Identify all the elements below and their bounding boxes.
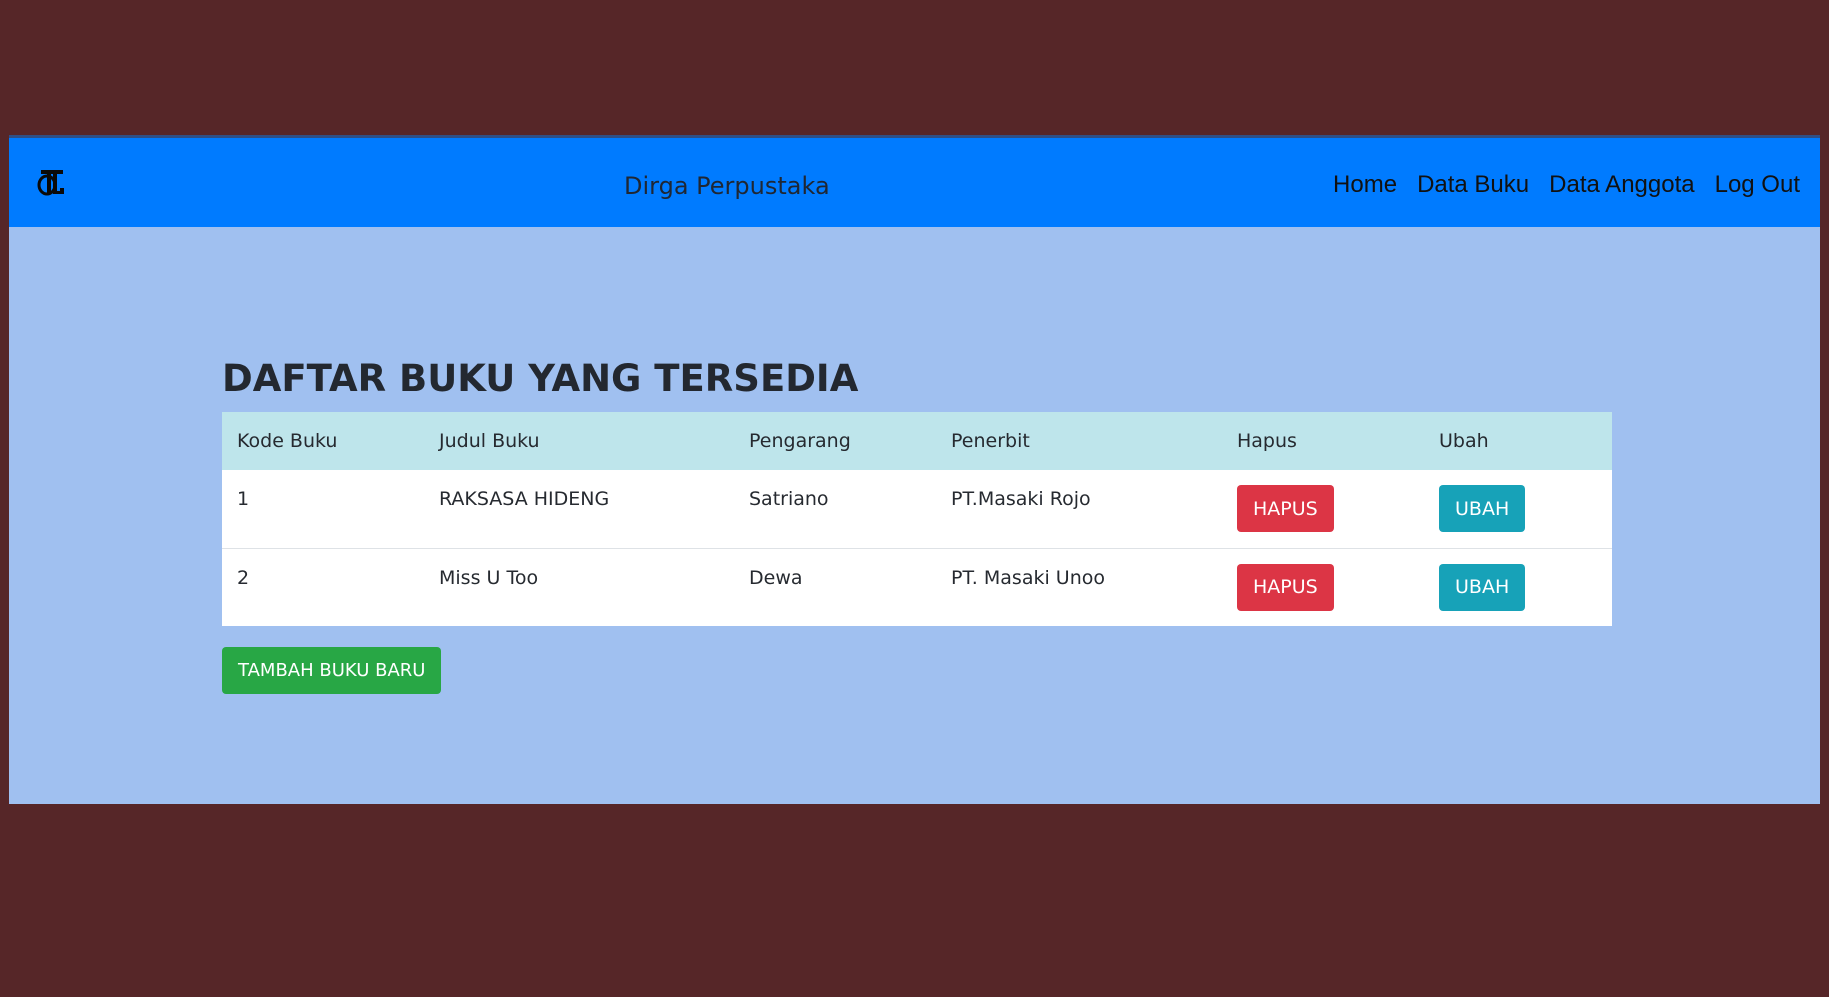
cell-judul: RAKSASA HIDENG [439, 488, 610, 510]
cell-pengarang: Satriano [749, 488, 829, 510]
header-judul-buku: Judul Buku [439, 430, 540, 452]
cell-hapus: HAPUS [1222, 470, 1424, 548]
cell-kode: 1 [237, 488, 250, 510]
cell-pengarang: Dewa [734, 547, 936, 626]
hapus-button[interactable]: HAPUS [1237, 485, 1334, 532]
header-hapus: Hapus [1237, 430, 1297, 452]
header-kode-buku: Kode Buku [237, 430, 338, 452]
nav-link-data-anggota[interactable]: Data Anggota [1549, 171, 1694, 199]
app-frame: Dirga Perpustaka Home Data Buku Data Ang… [9, 135, 1820, 804]
cell-hapus: HAPUS [1222, 547, 1424, 626]
book-table: Kode Buku Judul Buku Pengarang Penerbit … [222, 412, 1612, 626]
table-header: Kode Buku Judul Buku Pengarang Penerbit … [222, 412, 1612, 470]
hapus-button[interactable]: HAPUS [1237, 563, 1334, 611]
ubah-button[interactable]: UBAH [1439, 485, 1526, 532]
header-pengarang: Pengarang [749, 430, 851, 452]
brand-title[interactable]: Dirga Perpustaka [624, 172, 830, 200]
cell-kode: 2 [222, 547, 424, 626]
cell-ubah: UBAH [1424, 470, 1612, 548]
cell-penerbit: PT. Masaki Unoo [936, 547, 1222, 626]
cell-penerbit: PT.Masaki Rojo [951, 488, 1091, 510]
nav-link-log-out[interactable]: Log Out [1715, 171, 1800, 199]
table-body: 1 RAKSASA HIDENG Satriano PT.Masaki Rojo… [222, 470, 1612, 626]
nav-link-home[interactable]: Home [1333, 171, 1397, 199]
table-header-row: Kode Buku Judul Buku Pengarang Penerbit … [222, 412, 1612, 470]
table-row: 2 Miss U Too Dewa PT. Masaki Unoo HAPUS … [222, 547, 1612, 626]
table-row: 1 RAKSASA HIDENG Satriano PT.Masaki Rojo… [222, 470, 1612, 548]
cell-judul: Miss U Too [424, 547, 734, 626]
library-logo-icon[interactable] [37, 166, 67, 198]
header-ubah: Ubah [1439, 430, 1489, 452]
navbar: Dirga Perpustaka Home Data Buku Data Ang… [9, 135, 1820, 227]
tambah-buku-baru-button[interactable]: TAMBAH BUKU BARU [222, 647, 442, 694]
nav-links: Home Data Buku Data Anggota Log Out [1333, 171, 1800, 199]
header-penerbit: Penerbit [951, 430, 1030, 452]
cell-ubah: UBAH [1424, 547, 1612, 626]
ubah-button[interactable]: UBAH [1439, 563, 1526, 611]
nav-link-data-buku[interactable]: Data Buku [1417, 171, 1529, 199]
page-title: DAFTAR BUKU YANG TERSEDIA [222, 357, 859, 400]
